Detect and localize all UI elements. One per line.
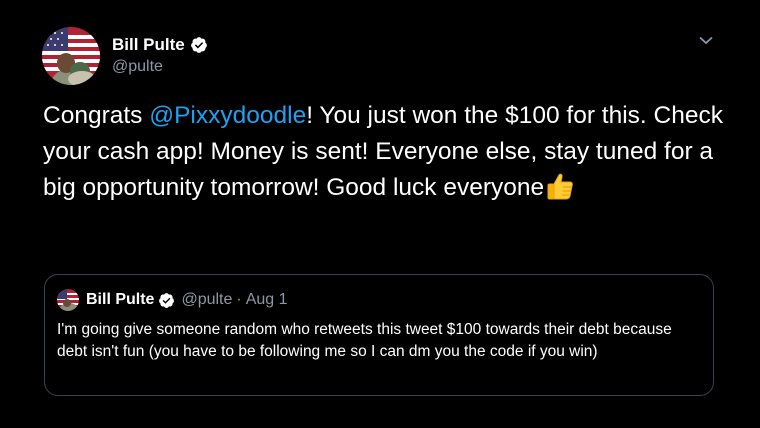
quoted-tweet-date: Aug 1 xyxy=(245,291,288,308)
avatar-image xyxy=(42,27,100,85)
quoted-author-avatar xyxy=(57,289,79,311)
verified-badge-icon xyxy=(158,292,175,309)
quoted-avatar-image xyxy=(57,289,79,311)
meta-separator: · xyxy=(236,291,242,308)
author-name[interactable]: Bill Pulte xyxy=(112,35,185,55)
quoted-author-handle: @pulte xyxy=(181,291,233,308)
quoted-author-name: Bill Pulte xyxy=(86,291,155,308)
verified-badge-icon xyxy=(190,36,208,54)
tweet-menu-button[interactable] xyxy=(697,33,715,47)
tweet-card: Bill Pulte @pulte Congrats @Pixxydoodle!… xyxy=(0,0,760,428)
quoted-tweet-header: Bill Pulte @pulte · Aug 1 xyxy=(57,289,288,311)
mention-link[interactable]: @Pixxydoodle xyxy=(149,102,306,129)
quoted-tweet[interactable]: Bill Pulte @pulte · Aug 1 I'm going give… xyxy=(44,274,714,396)
author-info: Bill Pulte @pulte xyxy=(112,34,208,76)
tweet-text: Congrats @Pixxydoodle! You just won the … xyxy=(43,98,733,206)
thumbs-up-icon xyxy=(545,171,575,201)
tweet-text-start: Congrats xyxy=(43,102,150,129)
author-handle[interactable]: @pulte xyxy=(112,58,208,76)
author-name-row: Bill Pulte xyxy=(112,34,208,56)
chevron-down-icon xyxy=(699,36,713,44)
quoted-tweet-text: I'm going give someone random who retwee… xyxy=(57,321,672,360)
author-avatar[interactable] xyxy=(42,27,100,85)
